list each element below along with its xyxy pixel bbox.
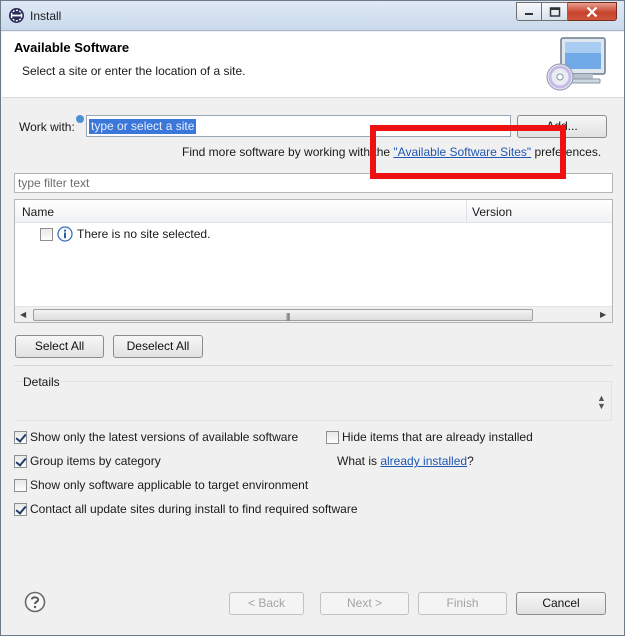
content-assist-icon — [76, 115, 84, 123]
details-label: Details — [23, 375, 60, 389]
group-by-category-label: Group items by category — [30, 454, 161, 468]
row-label: There is no site selected. — [77, 227, 211, 241]
work-with-value: type or select a site — [89, 119, 197, 134]
applicable-only-label: Show only software applicable to target … — [30, 478, 309, 492]
column-version[interactable]: Version — [472, 205, 512, 219]
close-icon — [586, 6, 598, 17]
title-bar[interactable]: Install — [1, 1, 624, 31]
what-is-prefix: What is — [337, 454, 381, 468]
computer-cd-icon — [546, 37, 606, 91]
eclipse-icon — [9, 8, 24, 23]
minimize-button[interactable] — [516, 2, 542, 21]
column-name[interactable]: Name — [22, 205, 54, 219]
help-icon[interactable] — [24, 591, 46, 613]
what-is-installed-text: What is already installed? — [337, 454, 474, 468]
hide-installed-option[interactable]: Hide items that are already installed — [326, 429, 533, 445]
finish-button[interactable]: Finish — [418, 592, 507, 615]
window-title: Install — [30, 9, 62, 23]
dialog-header: Available Software Select a site or ente… — [2, 32, 624, 98]
contact-sites-checkbox[interactable] — [14, 502, 27, 516]
minimize-icon — [525, 12, 533, 15]
already-installed-link[interactable]: already installed — [380, 454, 467, 468]
details-area: ▲ ▼ — [15, 381, 612, 421]
deselect-all-button[interactable]: Deselect All — [113, 335, 203, 358]
contact-sites-label: Contact all update sites during install … — [30, 502, 358, 516]
cancel-button[interactable]: Cancel — [516, 592, 606, 615]
scroll-left-icon[interactable]: ◀ — [20, 310, 26, 319]
group-by-category-option[interactable]: Group items by category — [14, 453, 161, 469]
horizontal-scrollbar[interactable]: ◀ ||| ▶ — [15, 306, 612, 322]
tree-header: Name Version — [15, 200, 612, 223]
annotation-highlight-box — [370, 125, 566, 179]
grip-icon: ||| — [286, 312, 290, 321]
maximize-button[interactable] — [542, 2, 568, 21]
group-by-category-checkbox[interactable] — [14, 454, 27, 468]
scroll-right-icon[interactable]: ▶ — [600, 310, 606, 319]
scroll-arrows-icon[interactable]: ▲ ▼ — [597, 394, 606, 411]
row-checkbox[interactable] — [40, 228, 53, 241]
close-button[interactable] — [568, 2, 617, 21]
software-tree[interactable]: Name Version There is no site selected. … — [14, 199, 613, 323]
show-latest-label: Show only the latest versions of availab… — [30, 430, 299, 444]
next-button[interactable]: Next > — [320, 592, 409, 615]
install-dialog: Install Available Software Select a site… — [0, 0, 625, 636]
divider — [14, 365, 613, 366]
page-description: Select a site or enter the location of a… — [22, 64, 246, 78]
select-all-button[interactable]: Select All — [15, 335, 104, 358]
applicable-only-option[interactable]: Show only software applicable to target … — [14, 477, 308, 493]
what-is-suffix: ? — [467, 454, 474, 468]
page-title: Available Software — [14, 40, 130, 55]
find-more-prefix: Find more software by working with the — [182, 145, 394, 159]
hide-installed-label: Hide items that are already installed — [342, 430, 533, 444]
info-icon — [57, 226, 73, 242]
scrollbar-thumb[interactable]: ||| — [33, 309, 533, 321]
hide-installed-checkbox[interactable] — [326, 430, 339, 444]
applicable-only-checkbox[interactable] — [14, 478, 27, 492]
show-latest-option[interactable]: Show only the latest versions of availab… — [14, 429, 298, 445]
filter-placeholder: type filter text — [18, 176, 90, 190]
contact-sites-option[interactable]: Contact all update sites during install … — [14, 501, 358, 517]
maximize-icon — [549, 6, 560, 17]
work-with-label: Work with: — [19, 120, 75, 134]
back-button[interactable]: < Back — [229, 592, 304, 615]
tree-row[interactable]: There is no site selected. — [15, 224, 612, 244]
column-divider[interactable] — [466, 200, 467, 222]
show-latest-checkbox[interactable] — [14, 430, 27, 444]
